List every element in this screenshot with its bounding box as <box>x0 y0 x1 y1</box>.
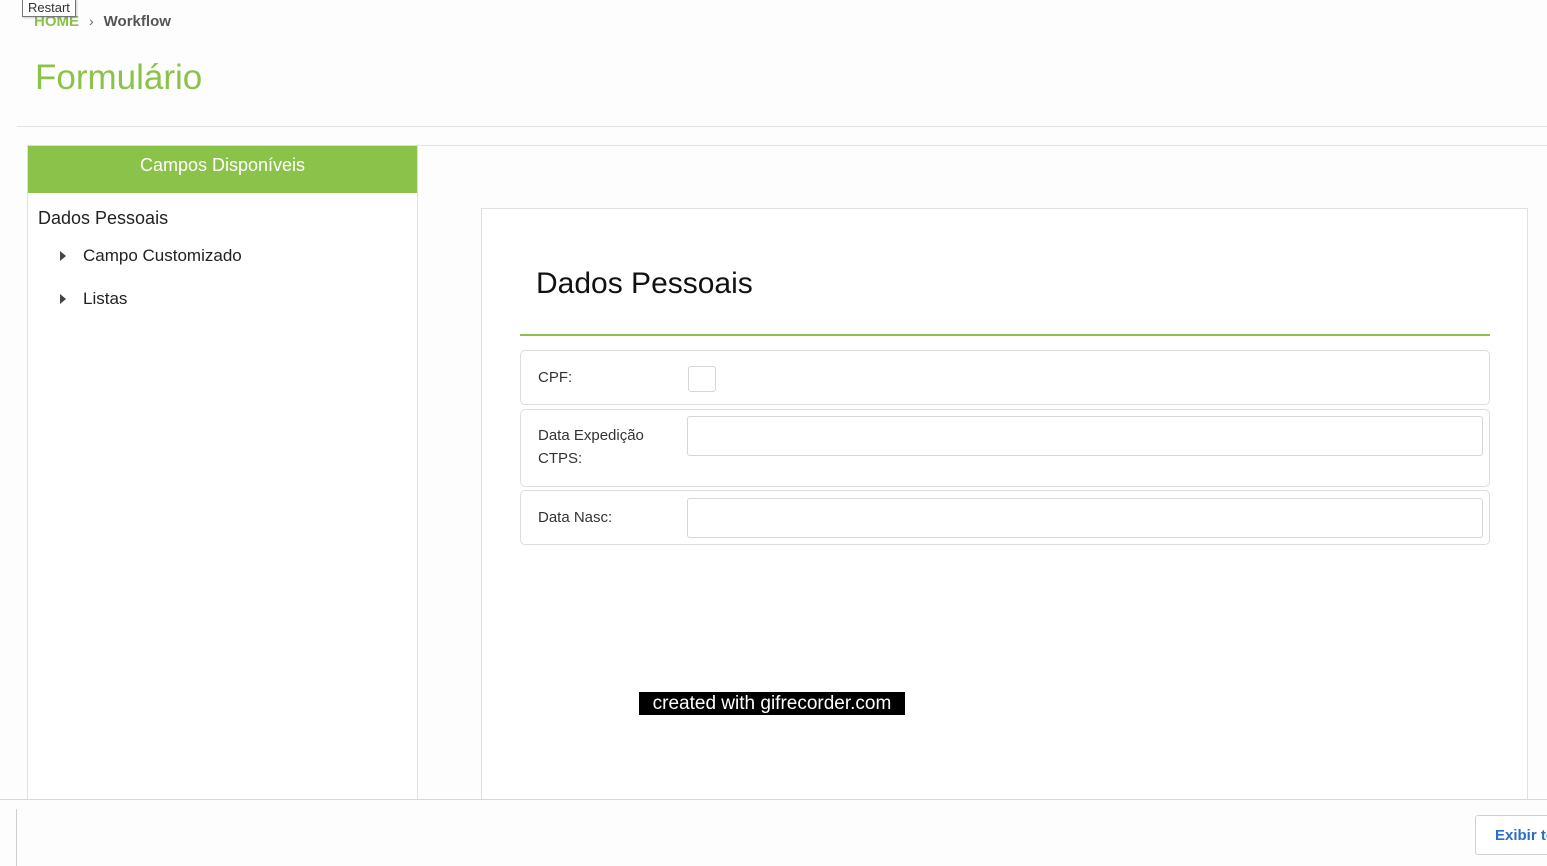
watermark: created with gifrecorder.com <box>639 692 905 715</box>
caret-right-icon[interactable] <box>60 250 66 261</box>
form-section-title: Dados Pessoais <box>536 267 753 300</box>
sidebar-section-dados-pessoais[interactable]: Dados Pessoais <box>28 193 417 229</box>
bottom-bar-divider <box>16 809 17 866</box>
available-fields-panel: Campos Disponíveis Dados Pessoais Campo … <box>27 145 418 805</box>
title-divider <box>17 126 1547 127</box>
tree-item-label: Campo Customizado <box>83 245 242 265</box>
breadcrumb-current: Workflow <box>103 12 171 30</box>
form-panel: Dados Pessoais CPF: Data Expedição CTPS:… <box>481 208 1528 808</box>
form-section-divider <box>520 334 1490 336</box>
tree-item-listas[interactable]: Listas <box>28 277 417 320</box>
caret-right-icon[interactable] <box>60 293 66 304</box>
data-expedicao-ctps-input[interactable] <box>687 416 1483 456</box>
content-divider <box>417 145 1547 146</box>
page-title: Formulário <box>35 58 203 97</box>
tree-item-label: Listas <box>83 288 128 308</box>
field-label: Data Expedição CTPS: <box>538 427 644 467</box>
field-row-cpf: CPF: <box>520 350 1490 405</box>
field-row-data-nasc: Data Nasc: <box>520 490 1490 545</box>
available-fields-header: Campos Disponíveis <box>28 146 417 193</box>
show-all-button[interactable]: Exibir todos <box>1475 815 1547 855</box>
tree-item-campo-customizado[interactable]: Campo Customizado <box>28 234 417 277</box>
bottom-bar: Exibir todos <box>0 799 1547 866</box>
restart-tooltip: Restart <box>22 0 76 17</box>
field-label: Data Nasc: <box>538 509 613 526</box>
field-label: CPF: <box>538 369 573 386</box>
data-nasc-input[interactable] <box>687 498 1483 538</box>
field-row-data-expedicao-ctps: Data Expedição CTPS: <box>520 409 1490 487</box>
breadcrumb-separator-icon: › <box>89 13 94 29</box>
cpf-input[interactable] <box>688 366 716 392</box>
